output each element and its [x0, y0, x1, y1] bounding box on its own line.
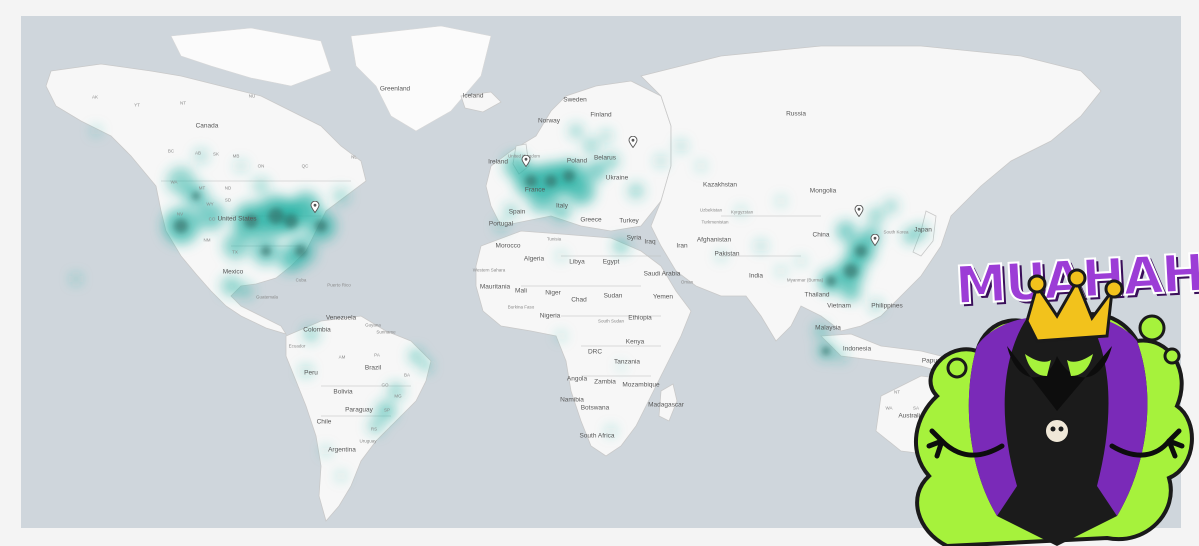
- heat-blob: [613, 238, 629, 254]
- heat-blob: [606, 426, 616, 436]
- map-pin-icon[interactable]: [870, 234, 880, 246]
- heat-blob: [420, 360, 432, 372]
- heat-core: [563, 170, 575, 182]
- landmass-south-america: [285, 315, 432, 522]
- heat-core: [844, 264, 858, 278]
- heat-core: [525, 175, 537, 187]
- heat-blob: [556, 331, 566, 341]
- heat-blob: [716, 251, 726, 261]
- heat-blob: [388, 383, 404, 399]
- heat-core: [855, 245, 867, 257]
- crown-icon: [1025, 268, 1124, 343]
- heat-blob: [603, 153, 619, 169]
- heat-blob: [495, 220, 507, 232]
- heat-core: [295, 245, 307, 257]
- heat-blob: [238, 283, 254, 299]
- heat-blob: [556, 251, 566, 261]
- heat-blob: [617, 362, 625, 370]
- heat-blob: [628, 183, 644, 199]
- heat-blob: [303, 326, 319, 342]
- heat-blob: [221, 276, 241, 296]
- heat-blob: [71, 274, 81, 284]
- heat-blob: [300, 365, 312, 377]
- heat-blob: [884, 199, 898, 213]
- heat-blob: [197, 202, 225, 230]
- heat-blob: [776, 266, 786, 276]
- heat-blob: [321, 446, 331, 456]
- heat-core: [822, 347, 830, 355]
- map-pin-icon[interactable]: [854, 205, 864, 217]
- heat-blob: [796, 256, 806, 266]
- heat-blob: [870, 300, 882, 312]
- heat-blob: [776, 196, 786, 206]
- heat-core: [261, 246, 271, 256]
- heat-blob: [736, 206, 746, 216]
- landmass-iceland: [460, 91, 502, 113]
- heat-blob: [223, 233, 249, 259]
- heat-blob: [529, 189, 553, 213]
- landmass-greenland: [350, 25, 492, 132]
- heat-core: [315, 220, 327, 232]
- heat-blob: [551, 201, 571, 221]
- heat-blob: [409, 349, 423, 363]
- heat-blob: [600, 130, 612, 142]
- map-pin-icon[interactable]: [628, 136, 638, 148]
- heat-blob: [914, 224, 928, 238]
- landmass-africa: [475, 230, 692, 457]
- heat-core: [284, 214, 298, 228]
- heat-blob: [586, 161, 606, 181]
- landmass-madagascar: [658, 383, 678, 422]
- heat-blob: [835, 350, 847, 362]
- landmass-arctic-islands: [170, 27, 332, 87]
- heat-blob: [814, 324, 828, 338]
- heat-blob: [194, 149, 208, 163]
- heat-core: [192, 192, 200, 200]
- heat-core: [545, 175, 557, 187]
- heat-blob: [235, 160, 247, 172]
- heat-blob: [696, 161, 706, 171]
- heat-blob: [504, 204, 518, 218]
- heat-blob: [91, 126, 101, 136]
- heat-blob: [755, 240, 767, 252]
- villain-sticker: [913, 268, 1194, 546]
- heat-blob: [868, 208, 884, 224]
- heat-core: [826, 276, 836, 286]
- heat-blob: [333, 188, 349, 204]
- map-pin-icon[interactable]: [521, 155, 531, 167]
- heat-core: [174, 219, 188, 233]
- heat-blob: [569, 124, 583, 138]
- heat-blob: [336, 471, 346, 481]
- heat-blob: [841, 281, 861, 301]
- heat-core: [244, 214, 258, 228]
- heat-blob: [655, 155, 667, 167]
- heat-blob: [253, 178, 269, 194]
- heat-blob: [583, 138, 599, 154]
- heat-blob: [836, 221, 856, 241]
- heat-blob: [368, 418, 384, 434]
- heat-blob: [675, 140, 687, 152]
- heat-blob: [376, 401, 396, 421]
- map-pin-icon[interactable]: [310, 201, 320, 213]
- skull-icon: [1044, 418, 1070, 444]
- heat-core: [268, 208, 284, 224]
